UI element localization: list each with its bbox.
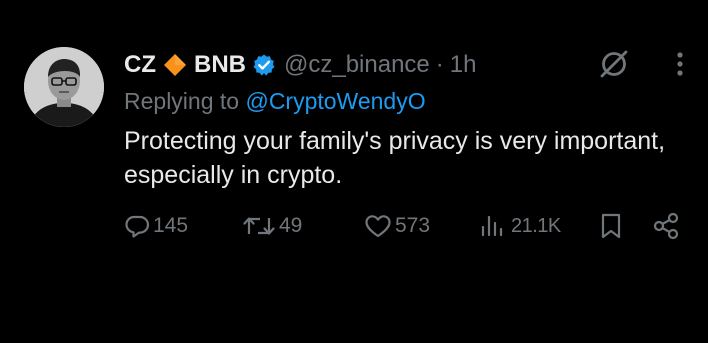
reply-count: 145 xyxy=(153,214,189,237)
reply-button[interactable]: 145 xyxy=(124,206,188,246)
orange-diamond-icon xyxy=(164,54,186,76)
author-handle[interactable]: @cz_binance xyxy=(284,50,430,80)
grok-icon[interactable] xyxy=(598,48,630,80)
retweet-icon xyxy=(243,217,275,235)
author-name-suffix[interactable]: BNB xyxy=(194,50,246,80)
header-separator: · xyxy=(435,51,444,78)
tweet-header: CZ BNB @cz_binance · 1h xyxy=(124,50,476,80)
author-display-name[interactable]: CZ xyxy=(124,50,156,80)
share-button[interactable] xyxy=(652,206,680,246)
reply-icon xyxy=(125,215,150,238)
heart-icon xyxy=(365,215,391,238)
more-options-icon[interactable] xyxy=(666,50,694,78)
share-icon xyxy=(653,212,679,240)
retweet-count: 49 xyxy=(279,214,303,237)
bookmark-icon xyxy=(601,213,621,239)
tweet[interactable]: CZ BNB @cz_binance · 1h Replying to @Cry… xyxy=(0,0,708,343)
replying-to-prefix: Replying to xyxy=(124,88,240,114)
replying-to-line: Replying to @CryptoWendyO xyxy=(124,86,426,116)
tweet-actions: 145 49 573 21.1K xyxy=(0,206,708,246)
verified-badge-icon[interactable] xyxy=(252,53,276,77)
like-button[interactable]: 573 xyxy=(364,206,430,246)
tweet-text: Protecting your family's privacy is very… xyxy=(124,127,666,189)
view-count: 21.1K xyxy=(511,214,561,237)
replying-to-mention[interactable]: @CryptoWendyO xyxy=(245,88,425,114)
avatar-photo xyxy=(24,47,104,127)
like-count: 573 xyxy=(395,214,431,237)
retweet-button[interactable]: 49 xyxy=(242,206,302,246)
views-chart-icon xyxy=(481,215,503,237)
views-button[interactable]: 21.1K xyxy=(480,206,561,246)
tweet-timestamp[interactable]: 1h xyxy=(450,50,477,80)
bookmark-button[interactable] xyxy=(598,206,624,246)
author-avatar[interactable] xyxy=(24,47,104,127)
